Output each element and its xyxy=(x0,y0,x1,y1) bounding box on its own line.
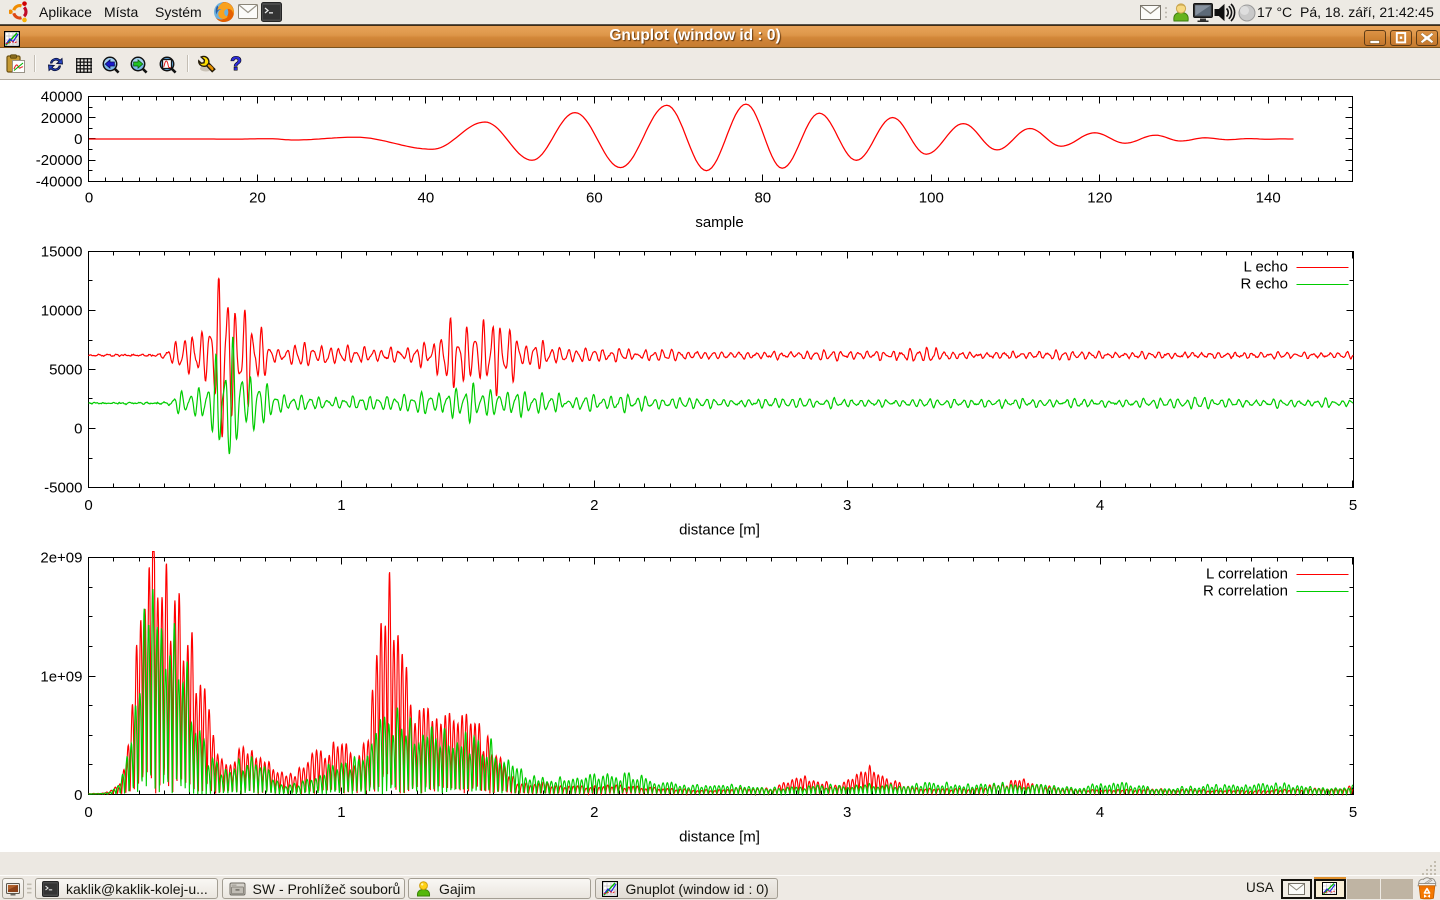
svg-text:4: 4 xyxy=(1096,497,1104,514)
svg-text:0: 0 xyxy=(84,497,92,514)
svg-text:60: 60 xyxy=(586,190,603,207)
svg-text:1: 1 xyxy=(337,804,345,821)
svg-text:2: 2 xyxy=(590,497,598,514)
svg-text:15000: 15000 xyxy=(41,244,83,261)
svg-text:0: 0 xyxy=(74,787,82,804)
svg-text:10000: 10000 xyxy=(41,303,83,320)
svg-text:0: 0 xyxy=(85,190,93,207)
svg-text:5: 5 xyxy=(1349,497,1357,514)
svg-text:3: 3 xyxy=(843,497,851,514)
svg-text:40000: 40000 xyxy=(41,89,83,106)
svg-text:120: 120 xyxy=(1087,190,1112,207)
svg-text:5000: 5000 xyxy=(49,362,82,379)
svg-text:0: 0 xyxy=(74,421,82,438)
svg-text:-40000: -40000 xyxy=(36,174,83,191)
svg-text:-20000: -20000 xyxy=(36,152,83,169)
svg-text:3: 3 xyxy=(843,804,851,821)
svg-text:?: ? xyxy=(230,54,242,75)
svg-text:sample: sample xyxy=(695,214,743,231)
svg-text:distance [m]: distance [m] xyxy=(679,829,760,846)
svg-text:0: 0 xyxy=(74,131,82,148)
svg-text:-5000: -5000 xyxy=(44,480,82,497)
svg-text:L echo: L echo xyxy=(1244,259,1288,276)
svg-text:5: 5 xyxy=(1349,804,1357,821)
svg-text:distance [m]: distance [m] xyxy=(679,522,760,539)
svg-text:2e+09: 2e+09 xyxy=(40,550,82,567)
svg-text:1e+09: 1e+09 xyxy=(40,668,82,685)
svg-text:4: 4 xyxy=(1096,804,1104,821)
svg-text:R echo: R echo xyxy=(1240,276,1288,293)
svg-text:20: 20 xyxy=(249,190,266,207)
svg-text:20000: 20000 xyxy=(41,110,83,127)
svg-text:R correlation: R correlation xyxy=(1203,583,1288,600)
svg-text:0: 0 xyxy=(84,804,92,821)
svg-text:2: 2 xyxy=(590,804,598,821)
svg-text:L correlation: L correlation xyxy=(1206,566,1288,583)
svg-text:1: 1 xyxy=(337,497,345,514)
svg-text:140: 140 xyxy=(1256,190,1281,207)
svg-text:100: 100 xyxy=(919,190,944,207)
svg-text:40: 40 xyxy=(418,190,435,207)
svg-text:80: 80 xyxy=(754,190,771,207)
